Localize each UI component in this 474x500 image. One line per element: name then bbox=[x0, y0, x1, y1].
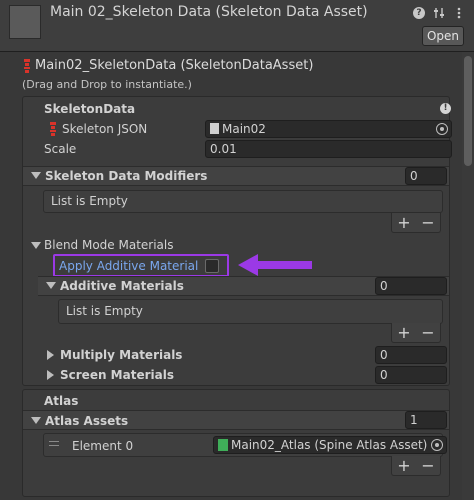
asset-title-text: Main02_SkeletonData (SkeletonDataAsset) bbox=[35, 58, 314, 73]
modifiers-label: Skeleton Data Modifiers bbox=[45, 169, 208, 183]
foldout-down-icon[interactable] bbox=[46, 282, 56, 289]
scrollbar-thumb[interactable] bbox=[464, 56, 472, 166]
scale-field[interactable]: 0.01 bbox=[205, 140, 452, 158]
more-options-icon[interactable] bbox=[452, 6, 466, 20]
foldout-right-icon[interactable] bbox=[47, 370, 54, 380]
atlas-asset-icon bbox=[218, 439, 228, 451]
atlas-element-field[interactable]: Main02_Atlas (Spine Atlas Asset) bbox=[213, 436, 447, 454]
header-icons: ? bbox=[412, 6, 466, 20]
open-button[interactable]: Open bbox=[422, 26, 464, 46]
remove-icon[interactable]: − bbox=[421, 456, 434, 475]
asset-title: Main02_SkeletonData (SkeletonDataAsset) bbox=[22, 58, 313, 73]
skeleton-json-label: Skeleton JSON bbox=[62, 122, 148, 136]
foldout-right-icon[interactable] bbox=[47, 350, 54, 360]
asset-thumbnail bbox=[9, 5, 41, 39]
additive-list-controls: + − bbox=[391, 323, 441, 343]
atlas-element-label: Element 0 bbox=[72, 439, 134, 453]
remove-icon[interactable]: − bbox=[421, 213, 434, 232]
multiply-materials-label: Multiply Materials bbox=[60, 348, 183, 362]
spine-icon bbox=[24, 58, 30, 73]
object-picker-icon[interactable] bbox=[436, 123, 448, 135]
foldout-down-icon[interactable] bbox=[31, 172, 41, 179]
add-icon[interactable]: + bbox=[397, 456, 410, 475]
skeleton-json-field[interactable]: Main02 bbox=[205, 120, 452, 138]
info-icon: ! bbox=[440, 103, 451, 114]
screen-materials-label: Screen Materials bbox=[60, 368, 174, 382]
spine-icon bbox=[49, 122, 58, 139]
add-icon[interactable]: + bbox=[397, 213, 410, 232]
drag-hint: (Drag and Drop to instantiate.) bbox=[22, 78, 192, 91]
help-icon[interactable]: ? bbox=[412, 6, 426, 20]
blend-mode-heading: Blend Mode Materials bbox=[44, 238, 174, 252]
foldout-down-icon[interactable] bbox=[31, 242, 41, 249]
modifiers-empty-text: List is Empty bbox=[51, 194, 128, 208]
skeleton-data-heading: SkeletonData bbox=[44, 102, 136, 116]
drag-handle-icon[interactable] bbox=[49, 441, 59, 446]
additive-empty-text: List is Empty bbox=[66, 304, 143, 318]
atlas-assets-count[interactable]: 1 bbox=[405, 411, 447, 429]
add-icon[interactable]: + bbox=[397, 323, 410, 342]
scale-label: Scale bbox=[44, 142, 77, 156]
modifiers-list-controls: + − bbox=[391, 213, 441, 233]
foldout-down-icon[interactable] bbox=[31, 417, 41, 424]
inspector-title: Main 02_Skeleton Data (Skeleton Data Ass… bbox=[50, 4, 368, 20]
preset-sliders-icon[interactable] bbox=[432, 6, 446, 20]
multiply-materials-count[interactable]: 0 bbox=[375, 346, 447, 364]
atlas-list-controls: + − bbox=[391, 456, 441, 476]
additive-materials-count[interactable]: 0 bbox=[375, 277, 447, 295]
remove-icon[interactable]: − bbox=[421, 323, 434, 342]
atlas-assets-label: Atlas Assets bbox=[45, 414, 129, 428]
atlas-element-value: Main02_Atlas (Spine Atlas Asset) bbox=[231, 438, 428, 452]
text-asset-icon bbox=[210, 123, 219, 134]
atlas-heading: Atlas bbox=[44, 394, 79, 408]
screen-materials-count[interactable]: 0 bbox=[375, 366, 447, 384]
additive-materials-label: Additive Materials bbox=[60, 279, 184, 293]
highlight-box bbox=[53, 254, 229, 277]
pointer-arrow-icon bbox=[238, 254, 312, 276]
modifiers-count[interactable]: 0 bbox=[405, 167, 447, 185]
skeleton-json-value: Main02 bbox=[222, 122, 266, 136]
object-picker-icon[interactable] bbox=[431, 439, 443, 451]
inspector-header: Main 02_Skeleton Data (Skeleton Data Ass… bbox=[0, 0, 474, 52]
